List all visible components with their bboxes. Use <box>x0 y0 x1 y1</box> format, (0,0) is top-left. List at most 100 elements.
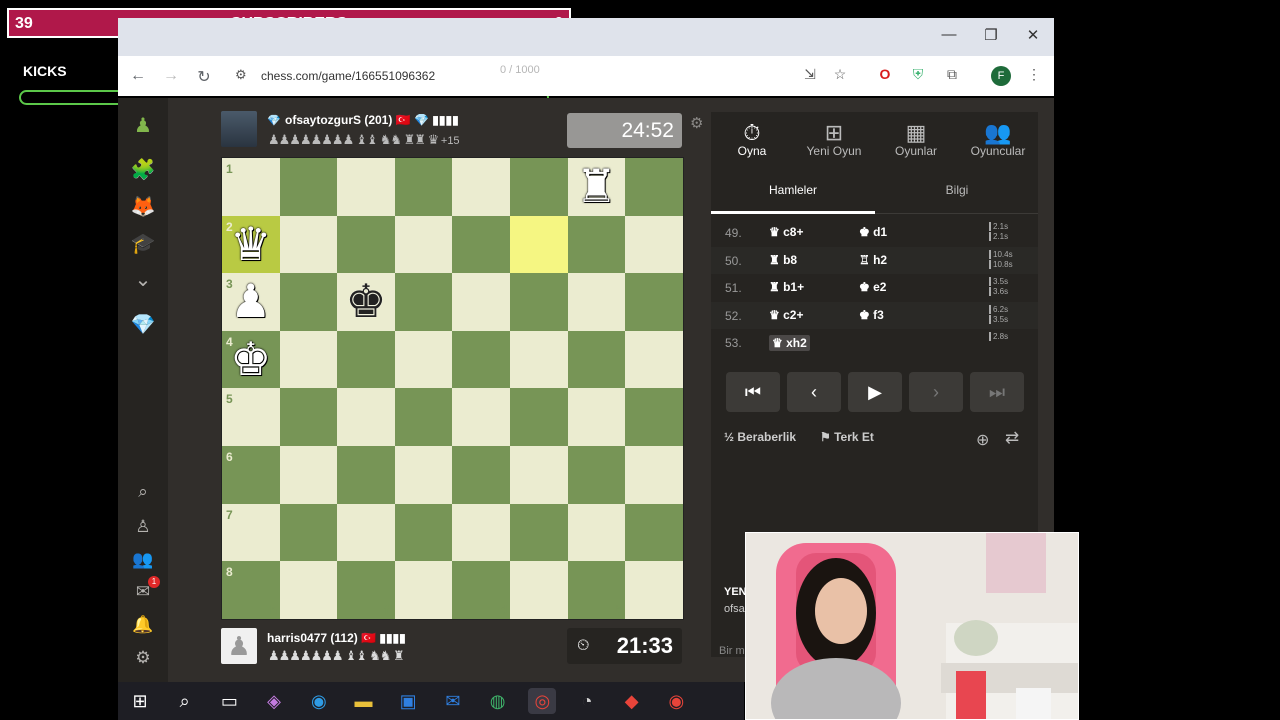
board-square[interactable] <box>279 503 338 562</box>
next-move-button[interactable]: › <box>909 372 963 412</box>
board-square[interactable] <box>279 215 338 274</box>
board-square[interactable] <box>625 330 683 389</box>
add-time-icon[interactable]: ⊕ <box>976 430 989 450</box>
white-move[interactable]: ♛ c2+ <box>769 308 803 322</box>
board-square[interactable] <box>567 503 626 562</box>
profile-icon[interactable]: ♙ <box>128 512 158 542</box>
white-move[interactable]: ♜ b8 <box>769 253 797 267</box>
taskbar-app-icon[interactable]: ▬ <box>350 688 378 714</box>
bottom-player-username[interactable]: harris0477 (112) <box>267 631 358 645</box>
black-piece[interactable]: ♚ <box>337 273 395 331</box>
search-icon[interactable]: ⌕ <box>128 477 158 507</box>
more-icon[interactable]: ⌄ <box>128 265 158 295</box>
board-square[interactable] <box>625 446 683 504</box>
bottom-player-name[interactable]: harris0477 (112) 🇹🇷 ▮▮▮▮ <box>267 631 406 645</box>
black-move[interactable]: ♖ h2 <box>859 253 887 267</box>
chat-input[interactable]: Bir m <box>719 645 745 657</box>
board-square[interactable] <box>510 503 568 562</box>
taskbar-app-icon[interactable]: ◍ <box>484 688 512 714</box>
taskbar-app-icon[interactable]: ⌕ <box>171 688 199 714</box>
bookmark-star-icon[interactable]: ☆ <box>829 66 851 83</box>
opera-extension-icon[interactable]: O <box>874 66 896 82</box>
board-square[interactable] <box>625 388 683 446</box>
offer-draw-button[interactable]: ½ Beraberlik <box>724 430 796 444</box>
board-square[interactable] <box>452 158 510 216</box>
puzzle-icon[interactable]: 🧩 <box>128 155 158 185</box>
board-square[interactable] <box>394 215 453 274</box>
white-move[interactable]: ♛ xh2 <box>769 335 810 351</box>
forward-button[interactable]: → <box>161 67 181 85</box>
board-square[interactable] <box>337 388 395 446</box>
bell-icon[interactable]: 🔔 <box>128 610 158 640</box>
white-move[interactable]: ♜ b1+ <box>769 280 804 294</box>
profile-avatar[interactable]: F <box>991 66 1011 86</box>
panel-tab[interactable]: ▦ Oyunlar <box>876 120 956 158</box>
board-square[interactable] <box>337 503 395 562</box>
board-square[interactable] <box>510 330 568 389</box>
board-square[interactable] <box>279 446 338 504</box>
board-square[interactable] <box>625 215 683 274</box>
tab-moves[interactable]: Hamleler <box>711 183 875 197</box>
white-piece[interactable]: ♜ <box>568 158 626 216</box>
site-settings-icon[interactable]: ⚙ <box>235 67 247 83</box>
board-square[interactable] <box>394 503 453 562</box>
board-square[interactable] <box>567 388 626 446</box>
board-square[interactable] <box>279 388 338 446</box>
extensions-puzzle-icon[interactable]: ⧉ <box>941 66 963 83</box>
board-square[interactable] <box>452 330 510 389</box>
board-square[interactable] <box>510 158 568 216</box>
browser-menu-icon[interactable]: ⋮ <box>1023 66 1045 83</box>
chess-board[interactable]: 1 2 3 4 5 6 7 8 h g f e d c b a ♜ ♛ ♟ ♚ ♚ <box>221 157 684 620</box>
board-square[interactable] <box>510 388 568 446</box>
white-piece[interactable]: ♛ <box>222 216 280 274</box>
board-square[interactable] <box>337 446 395 504</box>
taskbar-app-icon[interactable]: ◎ <box>528 688 557 714</box>
prev-move-button[interactable]: ‹ <box>787 372 841 412</box>
white-move[interactable]: ♛ c8+ <box>769 225 803 239</box>
board-square[interactable] <box>337 330 395 389</box>
minimize-button[interactable]: — <box>934 26 964 43</box>
board-square[interactable] <box>625 503 683 562</box>
panel-tab[interactable]: 👥 Oyuncular <box>958 120 1038 158</box>
taskbar-app-icon[interactable]: ⊞ <box>126 688 154 714</box>
white-piece[interactable]: ♟ <box>222 273 280 331</box>
board-square[interactable] <box>510 215 568 274</box>
board-square[interactable] <box>567 273 626 331</box>
diamond-icon[interactable]: 💎 <box>128 310 158 340</box>
taskbar-app-icon[interactable]: ▣ <box>394 688 422 714</box>
learn-icon[interactable]: 🎓 <box>128 229 158 259</box>
white-piece[interactable]: ♚ <box>222 331 280 389</box>
board-square[interactable] <box>510 273 568 331</box>
board-square[interactable] <box>452 446 510 504</box>
board-square[interactable] <box>452 503 510 562</box>
black-move[interactable]: ♚ e2 <box>859 280 886 294</box>
board-square[interactable] <box>567 446 626 504</box>
top-player-avatar[interactable] <box>221 111 257 147</box>
pawn-logo-icon[interactable]: ♟ <box>128 111 158 141</box>
resign-button[interactable]: ⚑ Terk Et <box>820 430 874 444</box>
flip-board-icon[interactable]: ⇄ <box>1005 428 1019 448</box>
board-square[interactable] <box>337 158 395 216</box>
board-square[interactable] <box>394 158 453 216</box>
taskbar-app-icon[interactable]: ✉ <box>439 688 467 714</box>
board-square[interactable] <box>452 388 510 446</box>
panel-tab[interactable]: ⏱ Oyna <box>712 120 792 158</box>
board-square[interactable] <box>452 273 510 331</box>
board-square[interactable] <box>625 273 683 331</box>
taskbar-app-icon[interactable]: ◈ <box>260 688 288 714</box>
board-square[interactable] <box>337 215 395 274</box>
last-move-button[interactable]: ⏭ <box>970 372 1024 412</box>
board-square[interactable] <box>567 215 626 274</box>
fox-icon[interactable]: 🦊 <box>128 192 158 222</box>
board-settings-gear-icon[interactable]: ⚙ <box>690 114 703 132</box>
board-square[interactable] <box>567 330 626 389</box>
board-square[interactable] <box>279 273 338 331</box>
black-move[interactable]: ♚ d1 <box>859 225 887 239</box>
settings-icon[interactable]: ⚙ <box>128 643 158 673</box>
board-square[interactable] <box>394 388 453 446</box>
play-button[interactable]: ▶ <box>848 372 902 412</box>
tab-info[interactable]: Bilgi <box>875 183 1039 197</box>
black-move[interactable]: ♚ f3 <box>859 308 884 322</box>
top-player-username[interactable]: ofsaytozgurS (201) <box>285 113 392 127</box>
taskbar-app-icon[interactable]: ◆ <box>618 688 646 714</box>
